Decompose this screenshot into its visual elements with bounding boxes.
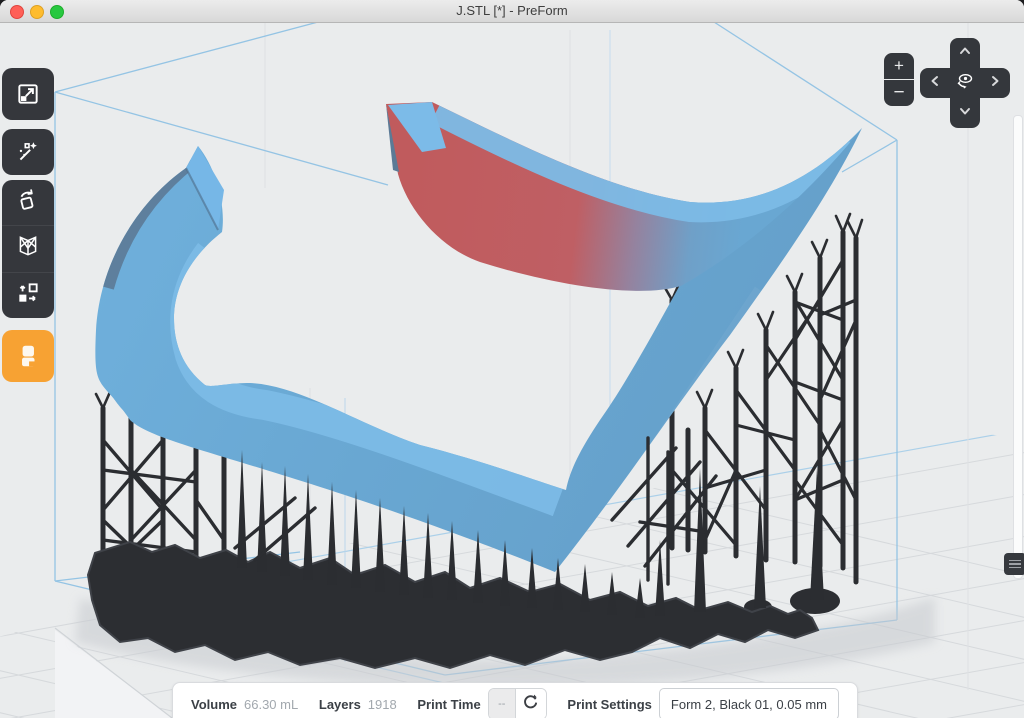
rotate-view-down-button[interactable]: [950, 98, 980, 128]
rotate-icon: [15, 187, 41, 218]
refresh-icon: [522, 693, 539, 715]
rotate-view-left-button[interactable]: [920, 68, 950, 98]
print-cartridge-icon: [15, 343, 41, 369]
title-bar: J.STL [*] - PreForm: [0, 0, 1024, 23]
volume-label: Volume: [191, 697, 237, 712]
layer-slider-track[interactable]: [1013, 115, 1023, 579]
model-arrow: [95, 102, 862, 572]
viewport-canvas[interactable]: [0, 22, 1024, 718]
reset-view-button[interactable]: [950, 68, 980, 98]
volume-value: 66.30 mL: [244, 697, 298, 712]
print-button[interactable]: [2, 330, 54, 382]
chevron-right-icon: [987, 73, 1003, 94]
layout-tool-button[interactable]: [2, 272, 54, 318]
layout-icon: [15, 280, 41, 311]
refresh-print-time-button[interactable]: [515, 689, 546, 718]
layer-slider-handle[interactable]: [1004, 553, 1024, 575]
tool-group: [2, 180, 54, 318]
supports-tool-button[interactable]: [2, 225, 54, 271]
print-time-label: Print Time: [417, 697, 480, 712]
print-time-group: Print Time --: [417, 688, 546, 718]
print-time-control: --: [488, 688, 547, 718]
chevron-up-icon: [957, 43, 973, 64]
orientation-tool-button[interactable]: [2, 180, 54, 225]
print-settings-group: Print Settings Form 2, Black 01, 0.05 mm: [567, 688, 839, 718]
zoom-out-button[interactable]: −: [884, 80, 914, 106]
chevron-left-icon: [927, 73, 943, 94]
one-click-print-button[interactable]: [2, 129, 54, 175]
zoom-in-button[interactable]: +: [884, 53, 914, 79]
print-settings-selector[interactable]: Form 2, Black 01, 0.05 mm: [659, 688, 839, 718]
preform-window: J.STL [*] - PreForm: [0, 0, 1024, 718]
size-tool-button[interactable]: [2, 68, 54, 120]
print-time-value: --: [489, 689, 515, 718]
magic-wand-icon: [15, 139, 41, 165]
viewport-3d[interactable]: [0, 22, 1024, 718]
volume-group: Volume 66.30 mL: [191, 697, 298, 712]
layers-group: Layers 1918: [319, 697, 397, 712]
window-title: J.STL [*] - PreForm: [0, 0, 1024, 22]
rotate-view-right-button[interactable]: [980, 68, 1010, 98]
rotate-view-up-button[interactable]: [950, 38, 980, 68]
layers-label: Layers: [319, 697, 361, 712]
view-orbit-eye-icon: [954, 70, 976, 97]
drag-lines-icon: [1009, 560, 1021, 562]
print-settings-label: Print Settings: [567, 697, 652, 712]
resize-icon: [15, 81, 41, 107]
supports-icon: [15, 233, 41, 264]
status-bar: Volume 66.30 mL Layers 1918 Print Time -…: [172, 682, 858, 718]
chevron-down-icon: [957, 103, 973, 124]
layers-value: 1918: [368, 697, 397, 712]
